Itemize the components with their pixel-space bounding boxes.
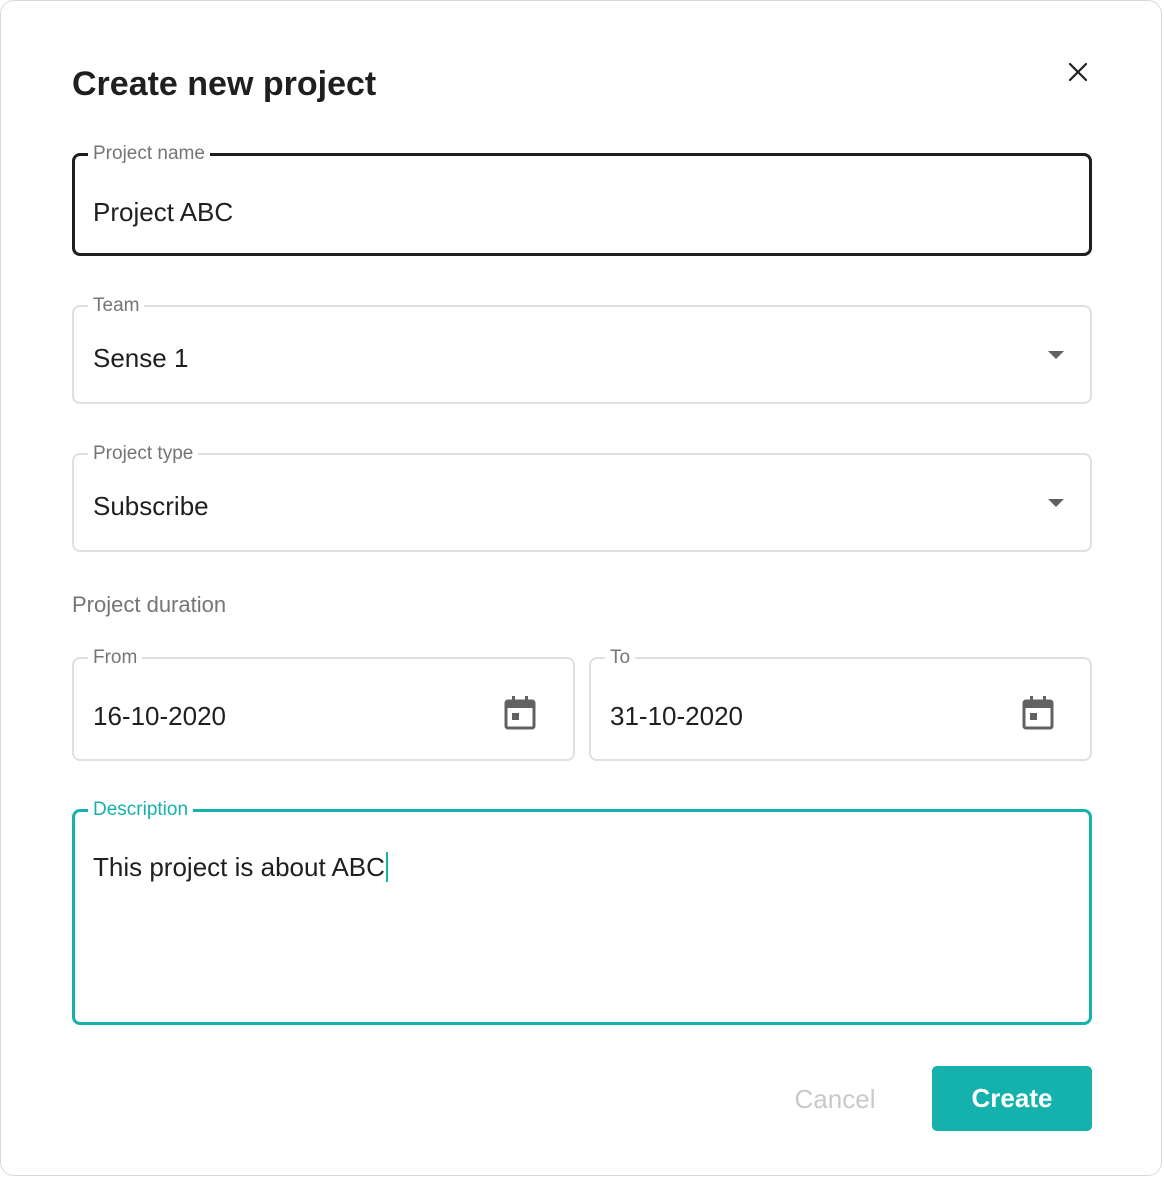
chevron-down-icon[interactable]: [1048, 499, 1064, 507]
project-type-select[interactable]: Project type Subscribe: [72, 442, 1092, 552]
create-button[interactable]: Create: [932, 1066, 1092, 1131]
from-date-field[interactable]: From 16-10-2020: [72, 646, 575, 761]
cancel-button[interactable]: Cancel: [771, 1067, 899, 1131]
to-date-field[interactable]: To 31-10-2020: [589, 646, 1092, 761]
team-select[interactable]: Team Sense 1: [72, 294, 1092, 404]
dialog-title: Create new project: [72, 65, 377, 103]
calendar-icon[interactable]: [1021, 695, 1055, 731]
project-duration-label: Project duration: [72, 592, 227, 617]
to-date-input[interactable]: 31-10-2020: [610, 700, 743, 732]
project-type-label: Project type: [88, 442, 199, 466]
description-textarea[interactable]: This project is about ABC: [93, 851, 388, 883]
to-label: To: [605, 646, 636, 670]
project-name-input[interactable]: Project ABC: [93, 196, 233, 228]
from-label: From: [88, 646, 143, 670]
from-date-input[interactable]: 16-10-2020: [93, 700, 226, 732]
team-label: Team: [88, 294, 145, 318]
close-button[interactable]: [1061, 55, 1095, 89]
project-name-field[interactable]: Project name Project ABC: [72, 142, 1092, 256]
team-value: Sense 1: [93, 343, 189, 373]
close-icon: [1068, 62, 1088, 82]
create-project-dialog: Create new project Project name Project …: [0, 0, 1162, 1176]
text-cursor: [385, 852, 388, 882]
description-label: Description: [88, 798, 194, 822]
project-name-label: Project name: [88, 142, 210, 166]
description-field[interactable]: Description This project is about ABC: [72, 798, 1092, 1025]
project-type-value: Subscribe: [93, 491, 209, 521]
chevron-down-icon[interactable]: [1048, 351, 1064, 359]
description-text: This project is about ABC: [93, 852, 385, 882]
calendar-icon[interactable]: [503, 695, 537, 731]
